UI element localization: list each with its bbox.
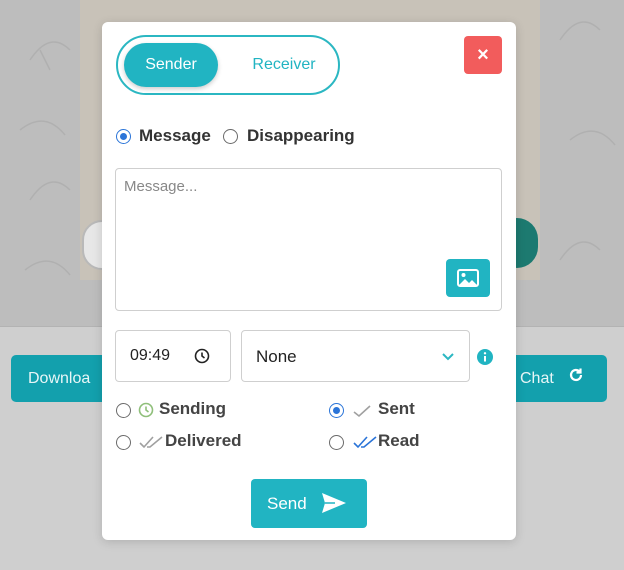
message-placeholder: Message...: [124, 178, 198, 195]
radio-status-sent[interactable]: [329, 403, 344, 418]
sender-receiver-toggle: Sender Receiver: [116, 35, 340, 95]
image-icon: [457, 269, 479, 287]
message-editor-modal: Sender Receiver × Message Disappearing M…: [102, 22, 516, 540]
status-sending-label: Sending: [159, 399, 227, 418]
radio-disappearing[interactable]: [223, 129, 238, 144]
send-button[interactable]: Send: [251, 479, 367, 528]
reset-chat-button-label: Chat: [520, 370, 554, 387]
toggle-receiver[interactable]: Receiver: [236, 43, 332, 87]
time-input[interactable]: 09:49: [115, 330, 231, 382]
double-check-gray-icon: [139, 436, 163, 449]
close-icon: ×: [477, 44, 489, 66]
send-button-label: Send: [267, 494, 307, 513]
send-icon: [322, 493, 346, 513]
radio-status-read[interactable]: [329, 435, 344, 450]
single-check-icon: [353, 405, 371, 418]
clock-icon: [138, 402, 154, 418]
option-select[interactable]: None: [241, 330, 470, 382]
radio-status-sending[interactable]: [116, 403, 131, 418]
chevron-down-icon: [442, 353, 454, 361]
radio-message-label: Message: [139, 126, 211, 145]
toggle-sender[interactable]: Sender: [124, 43, 218, 87]
status-sent-label: Sent: [378, 399, 415, 418]
close-button[interactable]: ×: [464, 36, 502, 74]
attach-image-button[interactable]: [446, 259, 490, 297]
reset-chat-button[interactable]: Chat: [500, 355, 607, 402]
double-check-blue-icon: [353, 436, 377, 449]
clock-icon[interactable]: [194, 348, 210, 364]
time-value: 09:49: [130, 347, 171, 364]
radio-status-delivered[interactable]: [116, 435, 131, 450]
select-value: None: [256, 347, 297, 366]
message-input[interactable]: Message...: [115, 168, 502, 311]
status-read-label: Read: [378, 431, 420, 450]
radio-disappearing-label: Disappearing: [247, 126, 355, 145]
radio-message[interactable]: [116, 129, 131, 144]
status-delivered-label: Delivered: [165, 431, 242, 450]
download-button-label: Downloa: [28, 370, 91, 387]
info-icon[interactable]: [476, 348, 494, 366]
refresh-icon: [568, 355, 584, 402]
